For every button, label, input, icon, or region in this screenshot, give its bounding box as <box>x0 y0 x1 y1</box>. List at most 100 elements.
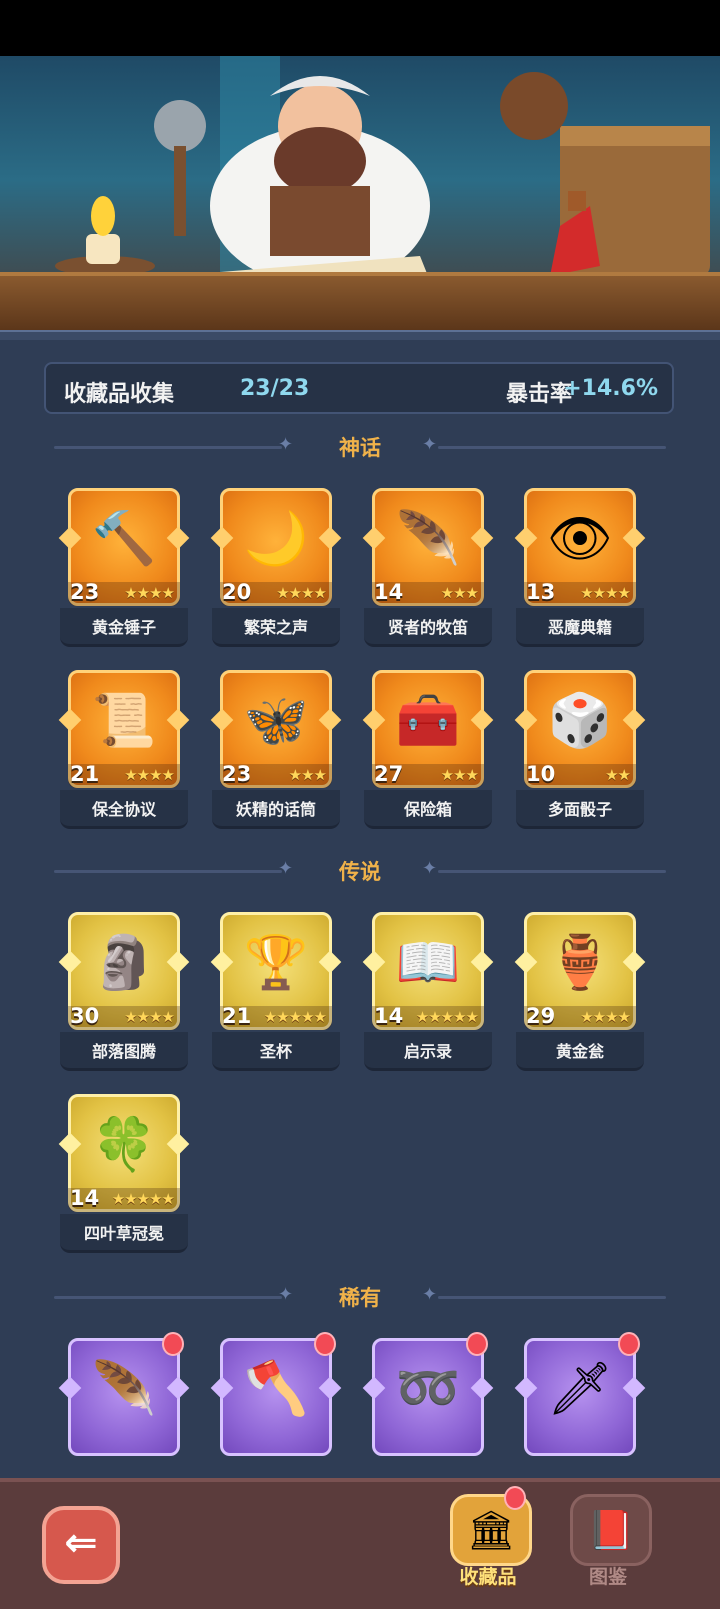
card-name: 黄金瓮 <box>555 1042 604 1061</box>
collectible-card[interactable]: 📜 21 ★★★★ 保全协议 <box>58 670 190 832</box>
star-rating: ★★★ <box>440 584 479 602</box>
new-item-dot <box>162 1332 184 1356</box>
tab-label: 图鉴 <box>588 1566 627 1588</box>
star-rating: ★★★★ <box>124 584 175 602</box>
star-rating: ★★★★ <box>580 584 631 602</box>
star-rating: ★★★★ <box>124 766 175 784</box>
grail-icon: 🏆 <box>243 933 309 993</box>
card-level: 29 <box>526 1004 556 1028</box>
collectible-card[interactable]: 🔨 23 ★★★★ 黄金锤子 <box>58 488 190 650</box>
card-level: 14 <box>374 580 404 604</box>
collection-summary: 收藏品收集 23/23 暴击率 +14.6% <box>44 362 674 414</box>
divider-line <box>438 446 666 449</box>
card-level: 10 <box>526 762 556 786</box>
card-level: 20 <box>222 580 252 604</box>
collectible-card[interactable]: 🪶 <box>58 1332 190 1478</box>
card-name: 部落图腾 <box>91 1042 156 1061</box>
card-level: 21 <box>222 1004 252 1028</box>
collectible-card[interactable]: 📖 14 ★★★★★ 启示录 <box>362 912 494 1074</box>
card-level: 14 <box>70 1186 100 1210</box>
collectible-card[interactable]: 🗡 <box>514 1332 646 1478</box>
collectible-card[interactable]: 🎲 10 ★★ 多面骰子 <box>514 670 646 832</box>
sparkle-icon: ✦ <box>422 858 438 879</box>
card-name: 保险箱 <box>403 800 452 819</box>
card-name: 启示录 <box>403 1042 452 1061</box>
card-name: 保全协议 <box>91 800 156 819</box>
card-level: 23 <box>70 580 100 604</box>
star-rating: ★★★ <box>288 766 327 784</box>
collectible-card[interactable]: ➿ <box>362 1332 494 1478</box>
divider-line <box>438 870 666 873</box>
collectible-card[interactable]: 🗿 30 ★★★★ 部落图腾 <box>58 912 190 1074</box>
scroll-icon: 📜 <box>91 691 157 751</box>
shopkeeper-banner <box>0 56 720 332</box>
bottom-nav-bar: ⇐ 🏛 收藏品 📕 图鉴 <box>0 1478 720 1609</box>
butterfly-mic-icon: 🦋 <box>243 691 309 751</box>
crit-rate-value: +14.6% <box>563 376 658 401</box>
collectible-card[interactable]: 🌙 20 ★★★★ 繁荣之声 <box>210 488 342 650</box>
demon-book-icon: 👁 <box>546 509 613 569</box>
collectible-card[interactable]: 🧰 27 ★★★ 保险箱 <box>362 670 494 832</box>
section-header-rare: ✦ 稀有 ✦ <box>50 1280 670 1314</box>
collection-list[interactable]: 收藏品收集 23/23 暴击率 +14.6% ✦ 神话 ✦ 🔨 23 ★★★★ … <box>0 338 720 1478</box>
star-rating: ★★★★ <box>580 1008 631 1026</box>
status-bar <box>0 0 720 56</box>
section-header-legend: ✦ 传说 ✦ <box>50 854 670 888</box>
collection-count: 23/23 <box>240 376 310 401</box>
card-name: 恶魔典籍 <box>547 618 612 637</box>
star-rating: ★★★★ <box>276 584 327 602</box>
axe-icon: 🪓 <box>243 1359 309 1419</box>
card-name: 妖精的话筒 <box>235 800 316 819</box>
card-level: 13 <box>526 580 556 604</box>
new-item-dot <box>618 1332 640 1356</box>
new-item-dot <box>314 1332 336 1356</box>
card-level: 23 <box>222 762 252 786</box>
card-level: 30 <box>70 1004 100 1028</box>
new-item-dot <box>466 1332 488 1356</box>
collection-label: 收藏品收集 <box>64 382 175 407</box>
star-rating: ★★★★ <box>124 1008 175 1026</box>
collectible-card[interactable]: 🪶 14 ★★★ 贤者的牧笛 <box>362 488 494 650</box>
card-level: 14 <box>374 1004 404 1028</box>
collectible-card[interactable]: 🍀 14 ★★★★★ 四叶草冠冕 <box>58 1094 190 1256</box>
clover-crown-icon: 🍀 <box>91 1115 157 1175</box>
open-book-icon: 📖 <box>395 933 461 993</box>
sparkle-icon: ✦ <box>422 1284 438 1305</box>
feather-icon: 🪶 <box>91 1359 157 1419</box>
collectible-card[interactable]: 🏺 29 ★★★★ 黄金瓮 <box>514 912 646 1074</box>
codex-book-icon: 📕 <box>570 1494 652 1566</box>
vine-chain-icon: ➿ <box>395 1359 461 1419</box>
moon-orb-icon: 🌙 <box>243 509 309 569</box>
tab-codex[interactable]: 📕 图鉴 <box>562 1488 654 1598</box>
section-header-mythic: ✦ 神话 ✦ <box>50 430 670 464</box>
card-level: 27 <box>374 762 404 786</box>
star-rating: ★★★ <box>440 766 479 784</box>
card-name: 黄金锤子 <box>91 618 156 637</box>
back-button[interactable]: ⇐ <box>42 1506 120 1584</box>
star-rating: ★★ <box>605 766 631 784</box>
back-arrow-icon: ⇐ <box>64 1520 98 1566</box>
collectible-card[interactable]: 🏆 21 ★★★★★ 圣杯 <box>210 912 342 1074</box>
card-name: 多面骰子 <box>547 800 612 819</box>
crit-rate-label: 暴击率 <box>505 382 572 407</box>
star-rating: ★★★★★ <box>415 1008 479 1026</box>
collectible-card[interactable]: 🪓 <box>210 1332 342 1478</box>
tab-label: 收藏品 <box>459 1566 517 1588</box>
tab-collection[interactable]: 🏛 收藏品 <box>442 1486 534 1598</box>
treasure-chest-icon: 🧰 <box>395 691 461 751</box>
card-name: 繁荣之声 <box>243 618 308 637</box>
flute-icon: 🪶 <box>395 509 461 569</box>
notification-dot <box>504 1486 526 1510</box>
sparkle-icon: ✦ <box>422 434 438 455</box>
divider-line <box>438 1296 666 1299</box>
dice-icon: 🎲 <box>547 691 613 751</box>
totem-icon: 🗿 <box>91 933 157 993</box>
counter-table <box>0 272 720 332</box>
collectible-card[interactable]: 🦋 23 ★★★ 妖精的话筒 <box>210 670 342 832</box>
collectible-card[interactable]: 👁 13 ★★★★ 恶魔典籍 <box>514 488 646 650</box>
urn-icon: 🏺 <box>547 933 613 993</box>
card-name: 贤者的牧笛 <box>387 618 468 637</box>
dagger-icon: 🗡 <box>546 1359 613 1419</box>
card-name: 四叶草冠冕 <box>83 1224 164 1243</box>
star-rating: ★★★★★ <box>263 1008 327 1026</box>
